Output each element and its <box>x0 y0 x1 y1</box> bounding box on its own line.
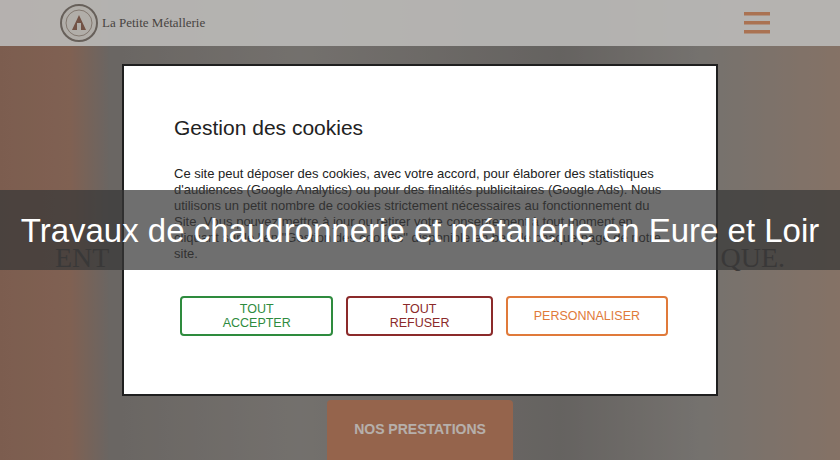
cookie-button[interactable]: PERSONNALISER <box>506 296 668 336</box>
dialog-title: Gestion des cookies <box>174 116 668 140</box>
caption-text: Travaux de chaudronnerie et métallerie e… <box>21 211 820 250</box>
page: La Petite Métallerie ENT QUE. NOS PRESTA… <box>0 0 840 460</box>
caption-banner: Travaux de chaudronnerie et métallerie e… <box>0 190 840 270</box>
dialog-actions: TOUT ACCEPTER TOUT REFUSER PERSONNALISER <box>174 296 668 336</box>
cookie-button[interactable]: TOUT REFUSER <box>346 296 492 336</box>
cookie-button[interactable]: TOUT ACCEPTER <box>180 296 333 336</box>
